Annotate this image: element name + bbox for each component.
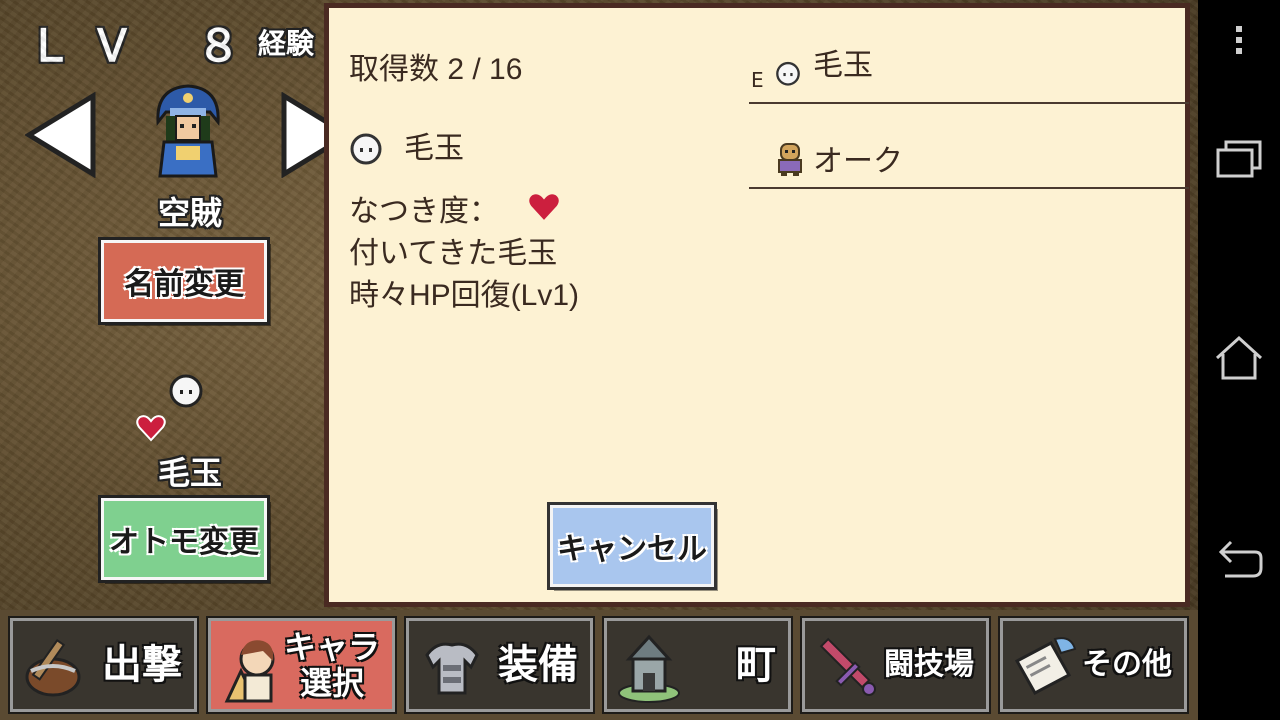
back-icon[interactable]: [1198, 538, 1280, 582]
recent-apps-icon[interactable]: [1198, 140, 1280, 180]
companion-name: 毛玉: [157, 454, 222, 492]
character-icon: [224, 640, 275, 703]
selected-companion-name: 毛玉: [404, 132, 464, 165]
equipped-mark: E: [751, 68, 764, 92]
nav-label: その他: [1082, 647, 1172, 682]
sortie-icon: [25, 638, 81, 697]
change-companion-button[interactable]: オトモ変更: [98, 495, 270, 583]
heart-icon: [529, 194, 559, 220]
exp-label: 経験: [258, 27, 315, 60]
nav-label: 装備: [498, 642, 578, 688]
character-class-name: 空賊: [157, 194, 222, 232]
nav-label-line: 選択: [299, 664, 364, 702]
nav-other-button[interactable]: その他: [998, 616, 1189, 714]
list-item[interactable]: E 毛玉: [749, 8, 1189, 104]
collected-count: 取得数 2 / 16: [349, 53, 523, 86]
orc-icon: [778, 143, 802, 176]
armor-icon: [425, 642, 479, 695]
nav-sortie-button[interactable]: 出撃: [8, 616, 199, 714]
nav-town-button[interactable]: 町: [602, 616, 793, 714]
nav-equipment-button[interactable]: 装備: [404, 616, 595, 714]
sword-icon: [819, 637, 876, 696]
list-item-name: 毛玉: [813, 49, 873, 82]
nav-character-select-button[interactable]: キャラ 選択: [206, 616, 397, 714]
level-display: ＬＶ ８: [28, 21, 259, 72]
companion-list: E 毛玉 オーク: [749, 8, 1189, 189]
nav-label: 出撃: [102, 642, 182, 688]
furball-icon: [350, 133, 382, 165]
companion-ability: 時々HP回復(Lv1): [349, 279, 580, 312]
overflow-menu-icon[interactable]: [1198, 24, 1280, 56]
companion-dialog: 取得数 2 / 16 毛玉 なつき度： 付いてきた毛玉 時々HP回復(Lv1) …: [324, 3, 1190, 607]
nav-label-line: キャラ: [283, 628, 380, 666]
companion-description: 付いてきた毛玉: [349, 237, 558, 270]
bottom-navigation: 出撃 キャラ 選択 装備 町 闘技場 その他: [0, 610, 1198, 720]
nav-label: 闘技場: [884, 647, 974, 682]
affection-label: なつき度：: [349, 195, 499, 228]
town-icon: [618, 634, 680, 703]
heart-icon: [136, 415, 166, 442]
furball-icon: [169, 374, 203, 408]
home-icon[interactable]: [1198, 334, 1280, 382]
list-item-name: オーク: [813, 145, 903, 178]
character-sprite-icon: [156, 84, 220, 178]
nav-arena-button[interactable]: 闘技場: [800, 616, 991, 714]
cancel-button[interactable]: キャンセル: [547, 502, 717, 590]
list-item[interactable]: オーク: [749, 104, 1189, 189]
rename-button[interactable]: 名前変更: [98, 237, 270, 325]
furball-icon: [776, 61, 800, 86]
nav-label: キャラ 選択: [284, 629, 380, 701]
system-navigation-bar: [1198, 0, 1280, 720]
scroll-icon: [1014, 637, 1077, 696]
previous-character-arrow-icon[interactable]: [25, 92, 97, 178]
nav-label: 町: [736, 642, 776, 688]
